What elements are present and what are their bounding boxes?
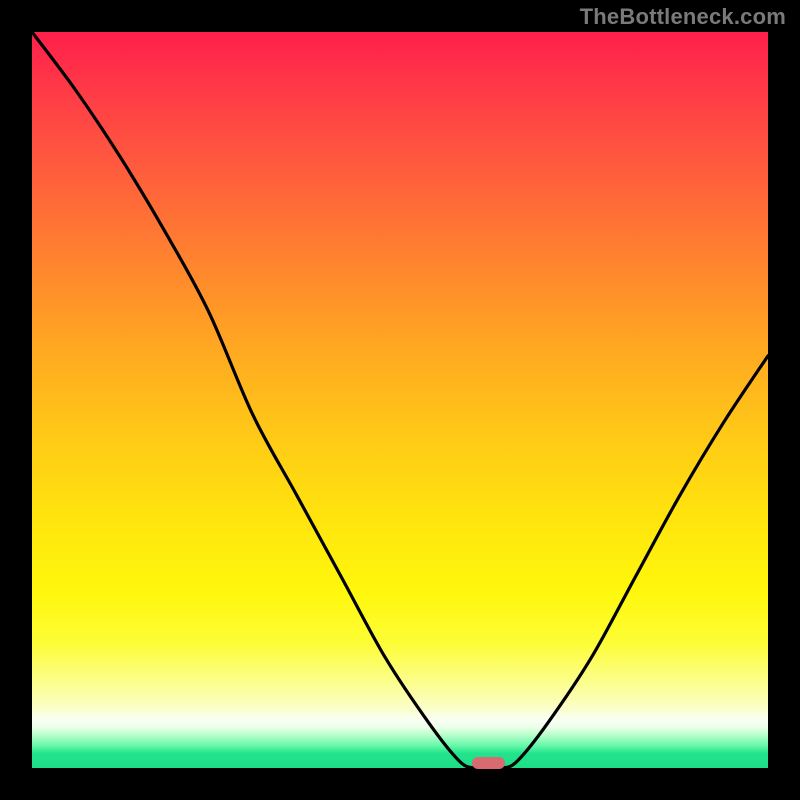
chart-frame: TheBottleneck.com [0, 0, 800, 800]
optimal-marker [472, 757, 505, 769]
watermark-text: TheBottleneck.com [580, 4, 786, 30]
plot-area [32, 32, 768, 768]
bottleneck-curve [32, 32, 768, 768]
